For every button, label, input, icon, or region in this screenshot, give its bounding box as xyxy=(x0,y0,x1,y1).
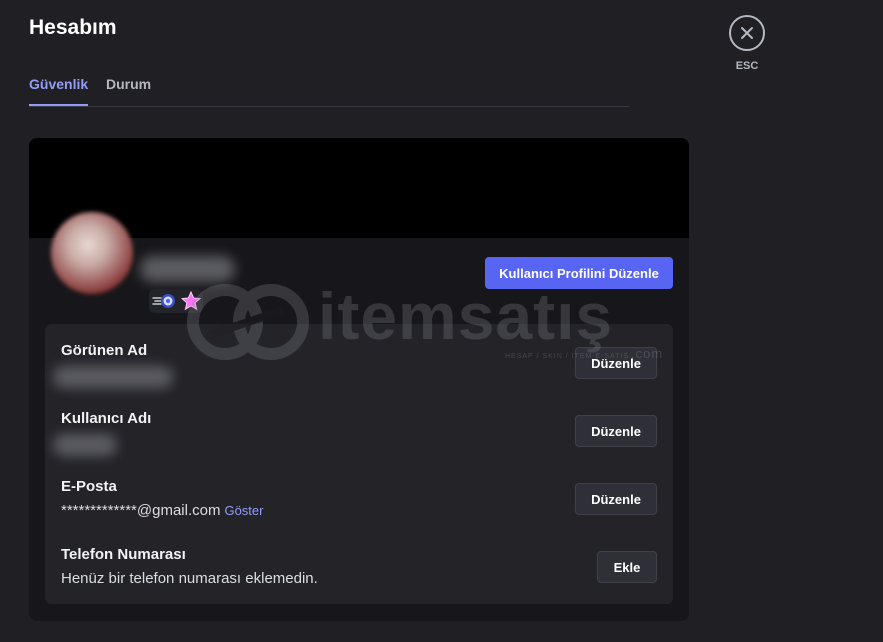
edit-email-button[interactable]: Düzenle xyxy=(575,483,657,515)
esc-label: ESC xyxy=(735,60,759,72)
page-title: Hesabım xyxy=(29,16,117,39)
close-button[interactable] xyxy=(729,15,765,51)
tab-bar: Güvenlik Durum xyxy=(29,72,629,107)
edit-display-name-button[interactable]: Düzenle xyxy=(575,347,657,379)
nitro-badge-icon[interactable] xyxy=(181,291,201,311)
field-label: Görünen Ad xyxy=(61,342,148,359)
tab-status[interactable]: Durum xyxy=(106,76,151,92)
boost-badge-icon[interactable] xyxy=(152,292,176,310)
avatar[interactable] xyxy=(51,212,133,294)
field-phone: Telefon Numarası Henüz bir telefon numar… xyxy=(61,546,661,596)
field-username: Kullanıcı Adı Düzenle xyxy=(53,410,661,460)
field-label: E-Posta xyxy=(61,478,117,495)
profile-banner xyxy=(29,138,689,238)
blurred-username xyxy=(140,256,235,282)
close-icon xyxy=(741,27,753,39)
add-phone-button[interactable]: Ekle xyxy=(597,551,657,583)
edit-username-button[interactable]: Düzenle xyxy=(575,415,657,447)
blurred-username-value xyxy=(53,434,117,456)
masked-email: *************@gmail.com xyxy=(61,502,221,519)
badge-list xyxy=(149,289,203,313)
email-value: *************@gmail.com Göster xyxy=(61,502,263,519)
edit-user-profile-button[interactable]: Kullanıcı Profilini Düzenle xyxy=(485,257,673,289)
phone-value: Henüz bir telefon numarası eklemedin. xyxy=(61,570,318,587)
reveal-email-link[interactable]: Göster xyxy=(224,503,263,518)
field-display-name: Görünen Ad Düzenle xyxy=(53,342,661,392)
account-card: Kullanıcı Profilini Düzenle Görünen Ad D… xyxy=(29,138,689,621)
field-email: E-Posta *************@gmail.com Göster Dü… xyxy=(61,478,661,528)
tab-security[interactable]: Güvenlik xyxy=(29,76,89,106)
blurred-display-name xyxy=(53,366,173,388)
account-fields: Görünen Ad Düzenle Kullanıcı Adı Düzenle… xyxy=(45,324,673,604)
field-label: Telefon Numarası xyxy=(61,546,186,563)
close-control: ESC xyxy=(729,15,765,72)
field-label: Kullanıcı Adı xyxy=(61,410,152,427)
